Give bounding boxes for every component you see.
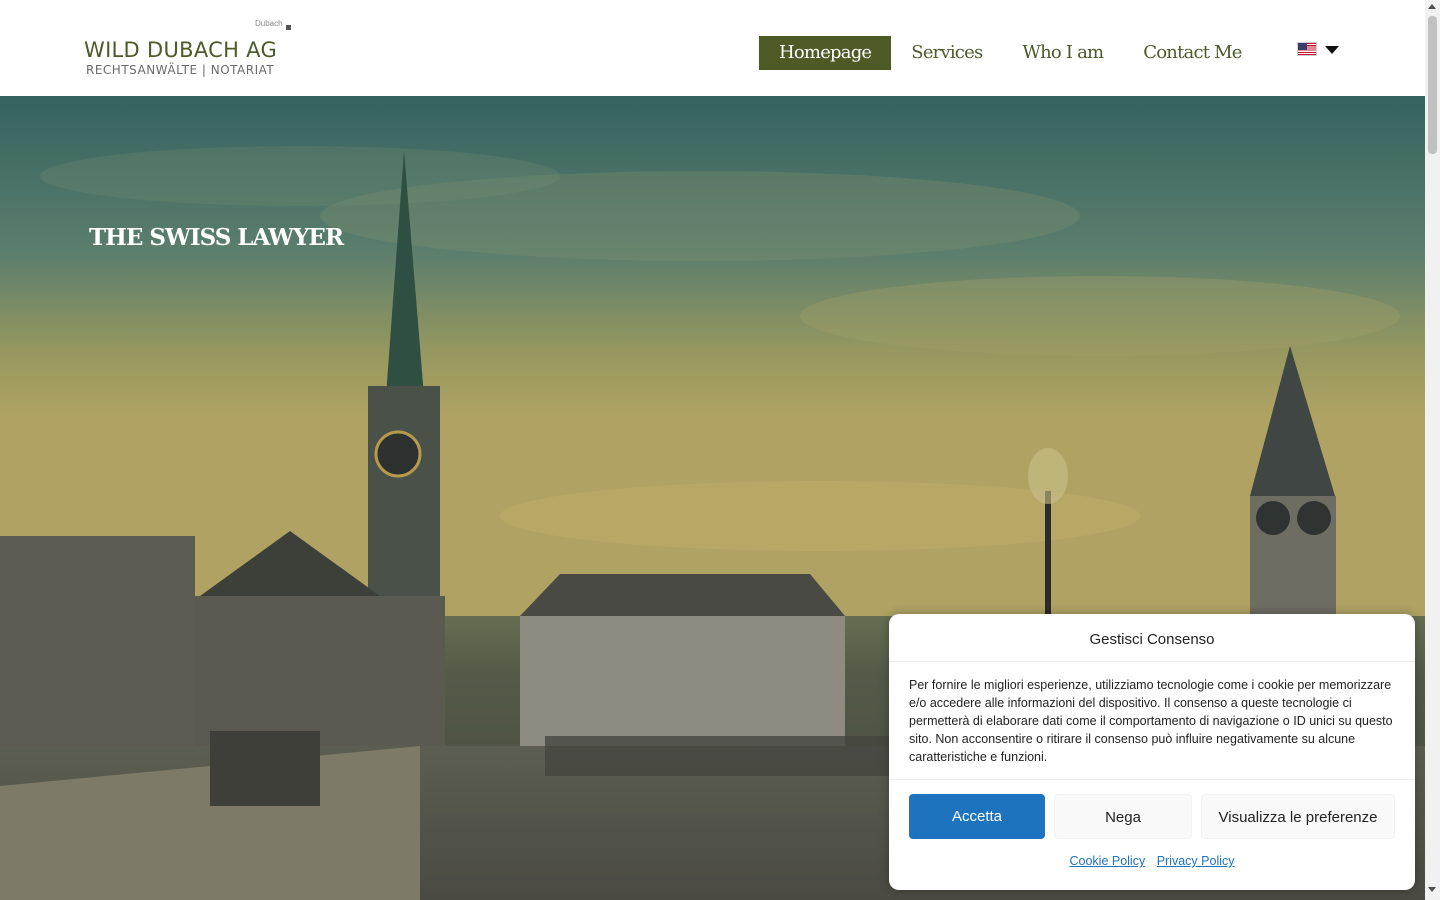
consent-title: Gestisci Consenso [889, 614, 1415, 662]
cookie-consent-dialog: Gestisci Consenso Per fornire le miglior… [889, 614, 1415, 890]
consent-links: Cookie Policy Privacy Policy [889, 854, 1415, 868]
site-logo[interactable]: Dubach WILD DUBACH AG RECHTSANWÄLTE | NO… [84, 18, 299, 80]
consent-divider [889, 779, 1415, 780]
language-switcher[interactable] [1297, 42, 1345, 58]
scrollbar-thumb[interactable] [1428, 16, 1437, 154]
logo-main-text: WILD DUBACH AG [84, 38, 278, 62]
nav-item-who-i-am[interactable]: Who I am [1002, 36, 1123, 70]
logo-dot [286, 25, 291, 30]
us-flag-icon [1297, 42, 1317, 56]
main-nav: Homepage Services Who I am Contact Me [759, 36, 1262, 70]
scroll-up-icon[interactable] [1428, 4, 1436, 9]
view-preferences-button[interactable]: Visualizza le preferenze [1201, 794, 1395, 839]
nav-item-homepage[interactable]: Homepage [759, 36, 892, 70]
page-scrollbar[interactable] [1425, 0, 1440, 900]
consent-text: Per fornire le migliori esperienze, util… [909, 678, 1393, 764]
accept-button[interactable]: Accetta [909, 794, 1045, 839]
privacy-policy-link[interactable]: Privacy Policy [1157, 854, 1235, 868]
nav-item-services[interactable]: Services [891, 36, 1002, 70]
site-header: Dubach WILD DUBACH AG RECHTSANWÄLTE | NO… [0, 0, 1425, 96]
caret-down-icon [1325, 46, 1339, 54]
logo-small-text: Dubach [255, 19, 283, 28]
hero-title: THE SWISS LAWYER [89, 224, 344, 251]
logo-sub-text: RECHTSANWÄLTE | NOTARIAT [86, 63, 275, 77]
deny-button[interactable]: Nega [1054, 794, 1192, 839]
cookie-policy-link[interactable]: Cookie Policy [1069, 854, 1145, 868]
nav-item-contact-me[interactable]: Contact Me [1123, 36, 1261, 70]
scroll-down-icon[interactable] [1428, 887, 1436, 892]
